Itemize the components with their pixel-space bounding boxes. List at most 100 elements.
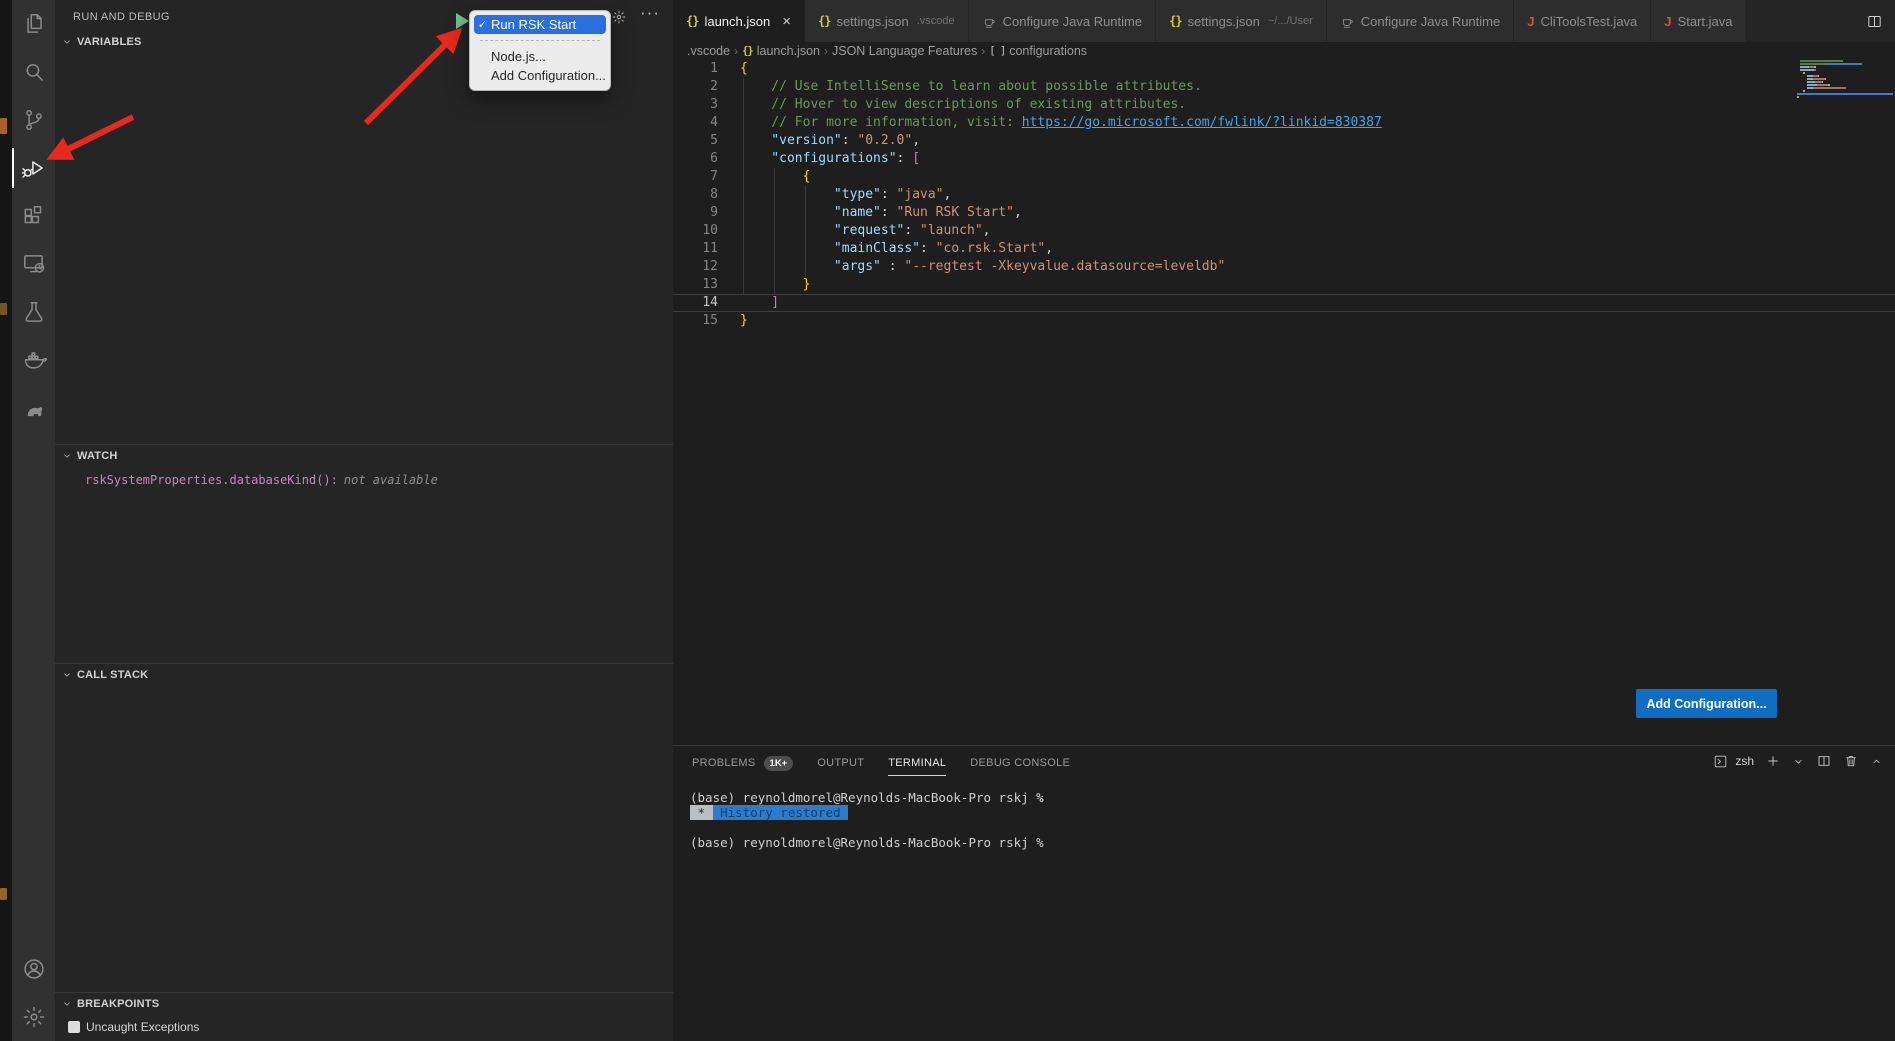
tab-settings-json[interactable]: {}settings.json~/.../User [1156, 0, 1327, 42]
activity-item-accounts[interactable] [12, 945, 55, 993]
breadcrumb: .vscode›{}launch.json›JSON Language Feat… [673, 42, 1895, 60]
tab-settings-json[interactable]: {}settings.json.vscode [805, 0, 969, 42]
watch-expression-row[interactable]: rskSystemProperties.databaseKind():not a… [85, 473, 673, 487]
close-icon[interactable]: × [782, 14, 791, 29]
breadcrumb-label: configurations [1009, 44, 1087, 58]
tab-launch-json[interactable]: {}launch.json× [673, 0, 805, 42]
activity-item-explorer[interactable] [12, 0, 55, 48]
terminal-output[interactable]: (base) reynoldmorel@Reynolds-MacBook-Pro… [690, 790, 1044, 850]
breadcrumb-item-configurations[interactable]: [ ]configurations [989, 44, 1087, 58]
activity-bar [12, 0, 55, 1041]
run-and-debug-icon [21, 155, 47, 181]
tab-detail: .vscode [917, 15, 955, 27]
line-content: "configurations": [ [740, 151, 920, 166]
breadcrumb-item-launch-json[interactable]: {}launch.json [742, 44, 820, 58]
activity-item-docker[interactable] [12, 336, 55, 384]
more-actions-icon[interactable]: ··· [640, 3, 660, 23]
terminal-line [690, 820, 1044, 835]
tab-clitoolstest-java[interactable]: JCliToolsTest.java [1514, 0, 1651, 42]
tab-start-java[interactable]: JStart.java [1651, 0, 1746, 42]
line-content: // Use IntelliSense to learn about possi… [740, 79, 1202, 94]
code-line-8[interactable]: 8 "type": "java", [673, 186, 1895, 204]
call-stack-section-header[interactable]: CALL STACK [55, 664, 673, 686]
code-token: "co.rsk.Start" [936, 241, 1046, 256]
menu-item-nodejs[interactable]: Node.js... [470, 47, 610, 66]
code-line-6[interactable]: 6 "configurations": [ [673, 150, 1895, 168]
tab-label: settings.json [836, 14, 908, 29]
activity-item-remote-explorer[interactable] [12, 240, 55, 288]
new-terminal-icon[interactable] [1765, 753, 1781, 769]
code-line-9[interactable]: 9 "name": "Run RSK Start", [673, 204, 1895, 222]
code-line-14[interactable]: 14 ] [673, 294, 1895, 312]
activity-item-extensions[interactable] [12, 192, 55, 240]
code-token: "launch" [920, 223, 983, 238]
code-line-3[interactable]: 3 // Hover to view descriptions of exist… [673, 96, 1895, 114]
activity-item-search[interactable] [12, 48, 55, 96]
split-editor-icon[interactable] [1866, 13, 1883, 30]
breakpoint-label: Uncaught Exceptions [86, 1020, 199, 1034]
terminal-shell-icon[interactable] [1713, 754, 1728, 769]
code-line-12[interactable]: 12 "args" : "--regtest -Xkeyvalue.dataso… [673, 258, 1895, 276]
maximize-panel-chevron-icon[interactable] [1870, 755, 1883, 768]
code-line-4[interactable]: 4 // For more information, visit: https:… [673, 114, 1895, 132]
shell-name[interactable]: zsh [1735, 754, 1754, 768]
breadcrumb-item-json-language-features[interactable]: JSON Language Features [832, 44, 977, 58]
menu-item-run-rsk-start[interactable]: ✓ Run RSK Start [474, 15, 606, 34]
uncaught-exceptions-checkbox[interactable] [68, 1021, 80, 1033]
debug-settings-gear-icon[interactable] [611, 9, 627, 25]
code-line-7[interactable]: 7 { [673, 168, 1895, 186]
breakpoints-section-header[interactable]: BREAKPOINTS [55, 993, 673, 1015]
code-editor[interactable]: 1{2 // Use IntelliSense to learn about p… [673, 60, 1895, 745]
breadcrumb-item--vscode[interactable]: .vscode [687, 44, 730, 58]
code-token: , [1014, 205, 1022, 220]
panel-tab-problems[interactable]: PROBLEMS 1K+ [692, 747, 793, 777]
code-line-5[interactable]: 5 "version": "0.2.0", [673, 132, 1895, 150]
panel-tabs: PROBLEMS 1K+ OUTPUT TERMINAL DEBUG CONSO… [692, 746, 1070, 777]
panel-tab-output[interactable]: OUTPUT [817, 748, 864, 775]
minimap-token [1822, 81, 1824, 83]
line-content: { [740, 169, 810, 184]
menu-item-add-configuration[interactable]: Add Configuration... [470, 66, 610, 85]
code-lines[interactable]: 1{2 // Use IntelliSense to learn about p… [673, 60, 1895, 330]
terminal-dropdown-chevron-icon[interactable] [1792, 755, 1805, 768]
panel-tab-debug-console[interactable]: DEBUG CONSOLE [970, 748, 1070, 775]
code-line-15[interactable]: 15} [673, 312, 1895, 330]
json-file-icon: {} [686, 14, 698, 28]
activity-item-gradle[interactable] [12, 384, 55, 432]
activity-item-run-and-debug[interactable] [12, 144, 55, 192]
minimap[interactable] [1797, 60, 1893, 164]
watch-pane: WATCH rskSystemProperties.databaseKind()… [55, 444, 673, 487]
activity-item-settings[interactable] [12, 993, 55, 1041]
code-token: { [740, 169, 810, 184]
chevron-down-icon [61, 669, 73, 681]
activity-item-testing[interactable] [12, 288, 55, 336]
comment-link[interactable]: https://go.microsoft.com/fwlink/?linkid=… [1022, 115, 1382, 130]
minimap-token [1813, 78, 1825, 80]
code-line-11[interactable]: 11 "mainClass": "co.rsk.Start", [673, 240, 1895, 258]
tab-configure-java-runtime[interactable]: Configure Java Runtime [1327, 0, 1514, 42]
tab-label: Start.java [1678, 14, 1733, 29]
split-terminal-icon[interactable] [1816, 753, 1832, 769]
minimap-token [1817, 84, 1828, 86]
code-line-2[interactable]: 2 // Use IntelliSense to learn about pos… [673, 78, 1895, 96]
minimap-token [1807, 84, 1816, 86]
line-number: 15 [673, 312, 718, 330]
java-cup-icon [1340, 14, 1355, 29]
docker-icon [21, 347, 47, 373]
code-token: } [740, 313, 748, 328]
kill-terminal-trash-icon[interactable] [1843, 753, 1859, 769]
code-line-1[interactable]: 1{ [673, 60, 1895, 78]
watch-section-header[interactable]: WATCH [55, 445, 673, 467]
output-label: OUTPUT [817, 757, 864, 769]
tab-configure-java-runtime[interactable]: Configure Java Runtime [969, 0, 1156, 42]
activity-item-source-control[interactable] [12, 96, 55, 144]
add-configuration-button[interactable]: Add Configuration... [1636, 689, 1777, 718]
code-line-10[interactable]: 10 "request": "launch", [673, 222, 1895, 240]
code-token: "--regtest -Xkeyvalue.datasource=leveldb… [904, 259, 1225, 274]
start-debugging-play-icon[interactable] [456, 13, 469, 29]
panel-tab-terminal[interactable]: TERMINAL [888, 748, 946, 776]
code-line-13[interactable]: 13 } [673, 276, 1895, 294]
terminal-label: TERMINAL [888, 757, 946, 769]
minimap-token [1825, 78, 1827, 80]
code-token: } [740, 277, 810, 292]
